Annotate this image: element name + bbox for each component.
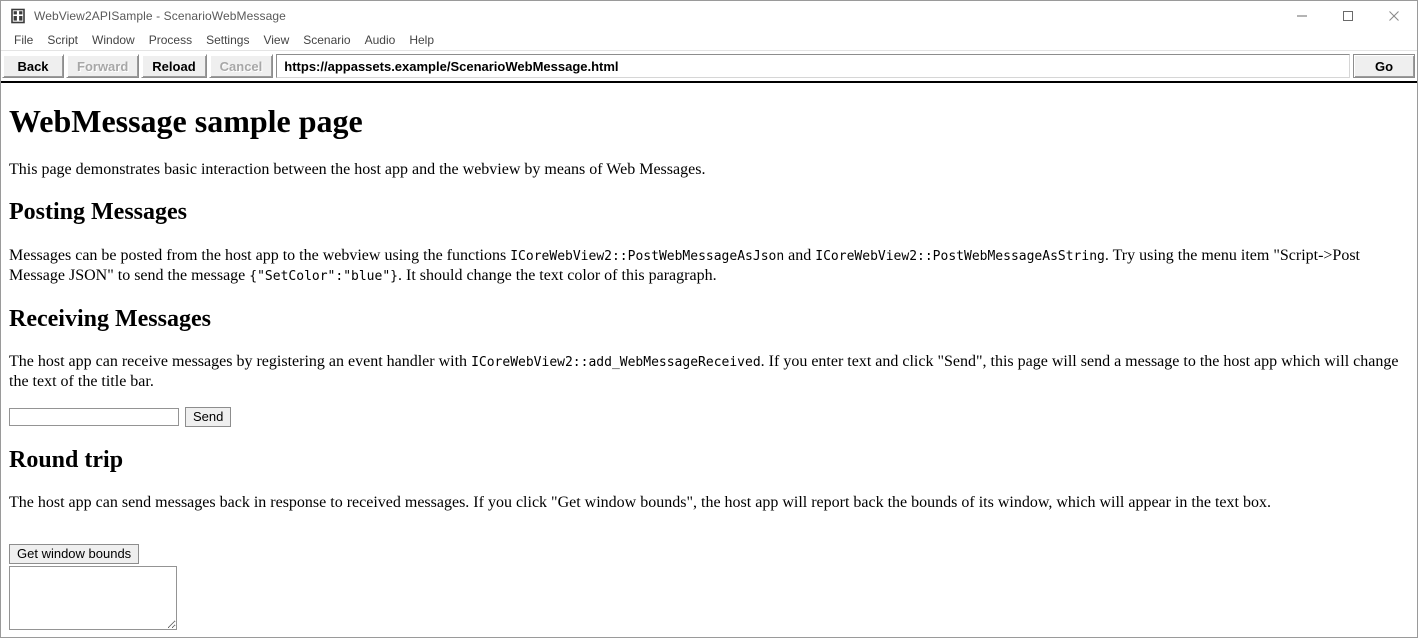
page-title: WebMessage sample page: [9, 103, 363, 139]
posting-text-1: Messages can be posted from the host app…: [9, 246, 511, 264]
menu-item-file[interactable]: File: [7, 31, 40, 50]
go-button[interactable]: Go: [1353, 54, 1415, 78]
posting-code-3: {"SetColor":"blue"}: [249, 268, 398, 284]
application-window: WebView2APISample - ScenarioWebMessage F…: [0, 0, 1418, 638]
receiving-messages-paragraph: The host app can receive messages by reg…: [9, 352, 1409, 391]
maximize-button[interactable]: [1325, 1, 1371, 30]
menu-bar: File Script Window Process Settings View…: [1, 30, 1417, 51]
posting-text-2: and: [784, 246, 816, 264]
window-bounds-textarea[interactable]: [9, 566, 177, 631]
posting-messages-heading: Posting Messages: [9, 199, 187, 226]
close-button[interactable]: [1371, 1, 1417, 30]
app-grid-icon: [11, 8, 25, 23]
menu-item-settings[interactable]: Settings: [199, 31, 256, 50]
send-button[interactable]: Send: [185, 406, 232, 427]
menu-item-window[interactable]: Window: [85, 31, 142, 50]
menu-item-scenario[interactable]: Scenario: [296, 31, 357, 50]
menu-item-view[interactable]: View: [256, 31, 296, 50]
send-message-row: Send: [9, 406, 1409, 427]
get-window-bounds-button[interactable]: Get window bounds: [9, 544, 140, 565]
menu-item-script[interactable]: Script: [40, 31, 85, 50]
close-icon: [1389, 10, 1399, 21]
url-input[interactable]: https://appassets.example/ScenarioWebMes…: [276, 54, 1350, 78]
cancel-button[interactable]: Cancel: [208, 54, 274, 78]
menu-item-audio[interactable]: Audio: [358, 31, 403, 50]
title-bar: WebView2APISample - ScenarioWebMessage: [1, 1, 1417, 30]
minimize-button[interactable]: [1279, 1, 1325, 30]
menu-item-process[interactable]: Process: [142, 31, 199, 50]
webview-content: WebMessage sample page This page demonst…: [1, 83, 1417, 637]
intro-paragraph: This page demonstrates basic interaction…: [9, 161, 706, 179]
maximize-icon: [1343, 10, 1353, 21]
message-input[interactable]: [9, 407, 179, 426]
minimize-icon: [1297, 15, 1307, 16]
forward-button[interactable]: Forward: [66, 54, 140, 78]
back-button[interactable]: Back: [2, 54, 64, 78]
round-trip-heading: Round trip: [9, 446, 124, 473]
posting-code-1: ICoreWebView2::PostWebMessageAsJson: [510, 248, 785, 264]
posting-code-2: ICoreWebView2::PostWebMessageAsString: [815, 248, 1105, 264]
receiving-text-1: The host app can receive messages by reg…: [9, 352, 472, 370]
window-controls: [1279, 1, 1417, 30]
reload-button[interactable]: Reload: [141, 54, 207, 78]
receiving-code-1: ICoreWebView2::add_WebMessageReceived: [471, 354, 761, 370]
receiving-messages-heading: Receiving Messages: [9, 305, 211, 332]
posting-text-4: . It should change the text color of thi…: [398, 266, 717, 284]
navigation-toolbar: Back Forward Reload Cancel https://appas…: [1, 51, 1417, 83]
posting-messages-paragraph: Messages can be posted from the host app…: [9, 246, 1409, 286]
window-title: WebView2APISample - ScenarioWebMessage: [34, 8, 286, 23]
menu-item-help[interactable]: Help: [402, 31, 441, 50]
round-trip-paragraph: The host app can send messages back in r…: [9, 494, 1271, 512]
